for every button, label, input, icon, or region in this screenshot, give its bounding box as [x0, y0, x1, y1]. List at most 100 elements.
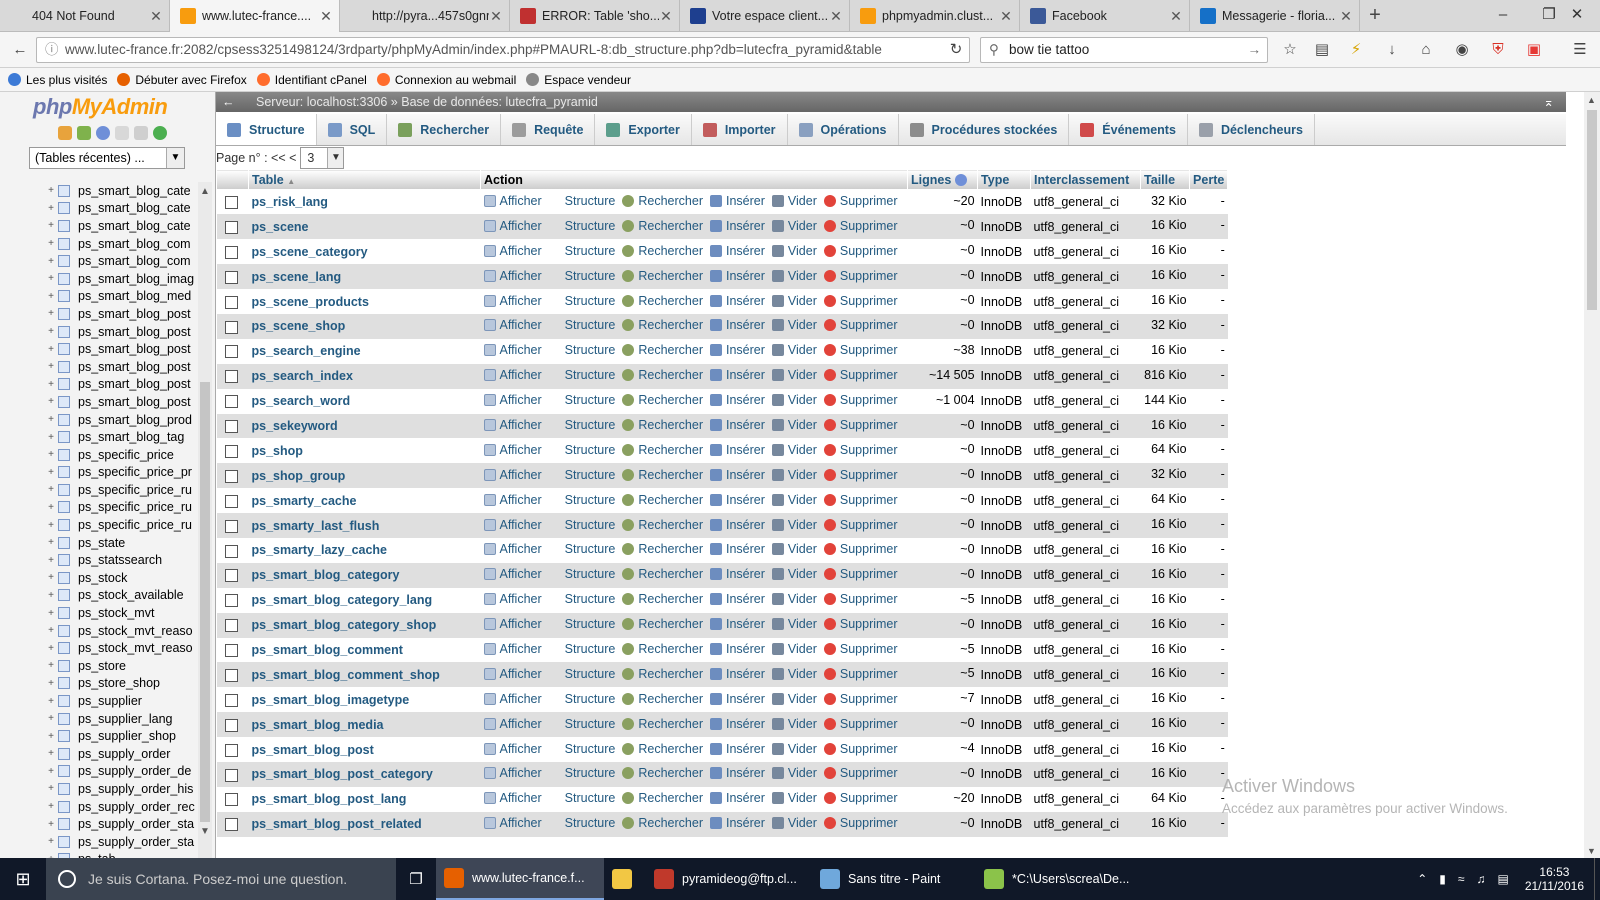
- table-name-link[interactable]: ps_smart_blog_media: [252, 718, 384, 732]
- cortana-search[interactable]: Je suis Cortana. Posez-moi une question.: [46, 858, 396, 900]
- column-header-size[interactable]: Taille: [1140, 169, 1191, 190]
- tree-item[interactable]: + ps_stock: [46, 569, 198, 587]
- row-checkbox[interactable]: [224, 270, 238, 284]
- empty-action[interactable]: Vider: [771, 518, 817, 532]
- tree-item[interactable]: + ps_supply_order: [46, 745, 198, 763]
- tree-item[interactable]: + ps_supply_order_rec: [46, 798, 198, 816]
- search-action[interactable]: Rechercher: [622, 816, 703, 830]
- table-name-link[interactable]: ps_smart_blog_imagetype: [252, 693, 410, 707]
- insert-action[interactable]: Insérer: [710, 592, 765, 606]
- volume-icon[interactable]: ♫: [1476, 872, 1485, 886]
- drop-action[interactable]: Supprimer: [823, 692, 898, 706]
- structure-action[interactable]: Structure: [549, 617, 616, 631]
- row-checkbox[interactable]: [224, 544, 238, 558]
- filezilla-task[interactable]: pyramideog@ftp.cl...: [646, 858, 812, 900]
- tree-item[interactable]: + ps_supplier: [46, 692, 198, 710]
- expand-icon[interactable]: +: [46, 273, 56, 284]
- search-action[interactable]: Rechercher: [622, 493, 703, 507]
- browse-action[interactable]: Afficher: [483, 343, 542, 357]
- structure-action[interactable]: Structure: [549, 518, 616, 532]
- close-tab-icon[interactable]: ✕: [1169, 8, 1183, 25]
- drop-action[interactable]: Supprimer: [823, 368, 898, 382]
- expand-icon[interactable]: +: [46, 555, 56, 566]
- browse-action[interactable]: Afficher: [483, 742, 542, 756]
- structure-action[interactable]: Structure: [549, 468, 616, 482]
- breadcrumb-text[interactable]: Serveur: localhost:3306 » Base de donnée…: [256, 95, 598, 109]
- row-checkbox[interactable]: [224, 320, 238, 334]
- browse-action[interactable]: Afficher: [483, 493, 542, 507]
- expand-icon[interactable]: +: [46, 590, 56, 601]
- close-tab-icon[interactable]: ✕: [319, 8, 333, 25]
- structure-action[interactable]: Structure: [549, 393, 616, 407]
- drop-action[interactable]: Supprimer: [823, 219, 898, 233]
- insert-action[interactable]: Insérer: [710, 617, 765, 631]
- reload-icon[interactable]: ↻: [944, 38, 968, 62]
- insert-action[interactable]: Insérer: [710, 219, 765, 233]
- tree-item[interactable]: + ps_specific_price_ru: [46, 499, 198, 517]
- tree-item[interactable]: + ps_supply_order_his: [46, 780, 198, 798]
- insert-action[interactable]: Insérer: [710, 567, 765, 581]
- drop-action[interactable]: Supprimer: [823, 518, 898, 532]
- drop-action[interactable]: Supprimer: [823, 269, 898, 283]
- structure-action[interactable]: Structure: [549, 318, 616, 332]
- tree-item[interactable]: +ps_tab: [46, 851, 198, 858]
- page-select[interactable]: 3 ▼: [300, 147, 345, 169]
- search-action[interactable]: Rechercher: [622, 393, 703, 407]
- back-arrow-icon[interactable]: ←: [8, 38, 32, 62]
- table-name-link[interactable]: ps_smart_blog_comment: [252, 643, 403, 657]
- insert-action[interactable]: Insérer: [710, 468, 765, 482]
- search-go-icon[interactable]: →: [1248, 38, 1262, 62]
- show-desktop[interactable]: [1594, 858, 1600, 900]
- tree-item[interactable]: + ps_state: [46, 534, 198, 552]
- structure-action[interactable]: Structure: [549, 418, 616, 432]
- tree-item[interactable]: + ps_stock_mvt: [46, 604, 198, 622]
- expand-icon[interactable]: +: [46, 572, 56, 583]
- empty-action[interactable]: Vider: [771, 244, 817, 258]
- drop-action[interactable]: Supprimer: [823, 418, 898, 432]
- insert-action[interactable]: Insérer: [710, 742, 765, 756]
- shield-icon[interactable]: ⛨: [1486, 38, 1510, 62]
- row-checkbox[interactable]: [224, 594, 238, 608]
- exit-icon[interactable]: [77, 126, 91, 140]
- insert-action[interactable]: Insérer: [710, 443, 765, 457]
- search-action[interactable]: Rechercher: [622, 791, 703, 805]
- expand-icon[interactable]: +: [46, 608, 56, 619]
- table-name-link[interactable]: ps_smart_blog_post_related: [252, 817, 422, 831]
- menu-icon[interactable]: ☰: [1568, 38, 1592, 62]
- tree-item[interactable]: + ps_smart_blog_com: [46, 235, 198, 253]
- tab-events[interactable]: Événements: [1069, 114, 1188, 145]
- row-checkbox[interactable]: [224, 569, 238, 583]
- tab-routines[interactable]: Procédures stockées: [899, 114, 1070, 145]
- tree-item[interactable]: + ps_smart_blog_post: [46, 340, 198, 358]
- row-checkbox[interactable]: [224, 743, 238, 757]
- phpmyadmin-logo[interactable]: phpMyAdmin: [33, 94, 168, 120]
- search-action[interactable]: Rechercher: [622, 244, 703, 258]
- expand-icon[interactable]: +: [46, 361, 56, 372]
- empty-action[interactable]: Vider: [771, 542, 817, 556]
- task-view-icon[interactable]: ❐: [396, 858, 436, 900]
- tree-item[interactable]: + ps_specific_price_pr: [46, 464, 198, 482]
- expand-icon[interactable]: +: [46, 643, 56, 654]
- expand-icon[interactable]: +: [46, 220, 56, 231]
- expand-icon[interactable]: +: [46, 185, 56, 196]
- browser-tab[interactable]: Messagerie - floria... ✕: [1190, 0, 1360, 32]
- tree-item[interactable]: + ps_smart_blog_cate: [46, 217, 198, 235]
- table-name-link[interactable]: ps_sekeyword: [252, 419, 338, 433]
- expand-icon[interactable]: +: [46, 836, 56, 847]
- browse-action[interactable]: Afficher: [483, 194, 542, 208]
- insert-action[interactable]: Insérer: [710, 318, 765, 332]
- structure-action[interactable]: Structure: [549, 443, 616, 457]
- empty-action[interactable]: Vider: [771, 468, 817, 482]
- search-action[interactable]: Rechercher: [622, 617, 703, 631]
- drop-action[interactable]: Supprimer: [823, 343, 898, 357]
- drop-action[interactable]: Supprimer: [823, 443, 898, 457]
- firefox-task[interactable]: www.lutec-france.f...: [436, 858, 604, 900]
- insert-action[interactable]: Insérer: [710, 244, 765, 258]
- browse-action[interactable]: Afficher: [483, 717, 542, 731]
- browse-action[interactable]: Afficher: [483, 791, 542, 805]
- structure-action[interactable]: Structure: [549, 742, 616, 756]
- table-name-link[interactable]: ps_scene_products: [252, 295, 369, 309]
- tree-item[interactable]: + ps_supplier_lang: [46, 710, 198, 728]
- insert-action[interactable]: Insérer: [710, 194, 765, 208]
- browser-tab[interactable]: ERROR: Table 'sho... ✕: [510, 0, 680, 32]
